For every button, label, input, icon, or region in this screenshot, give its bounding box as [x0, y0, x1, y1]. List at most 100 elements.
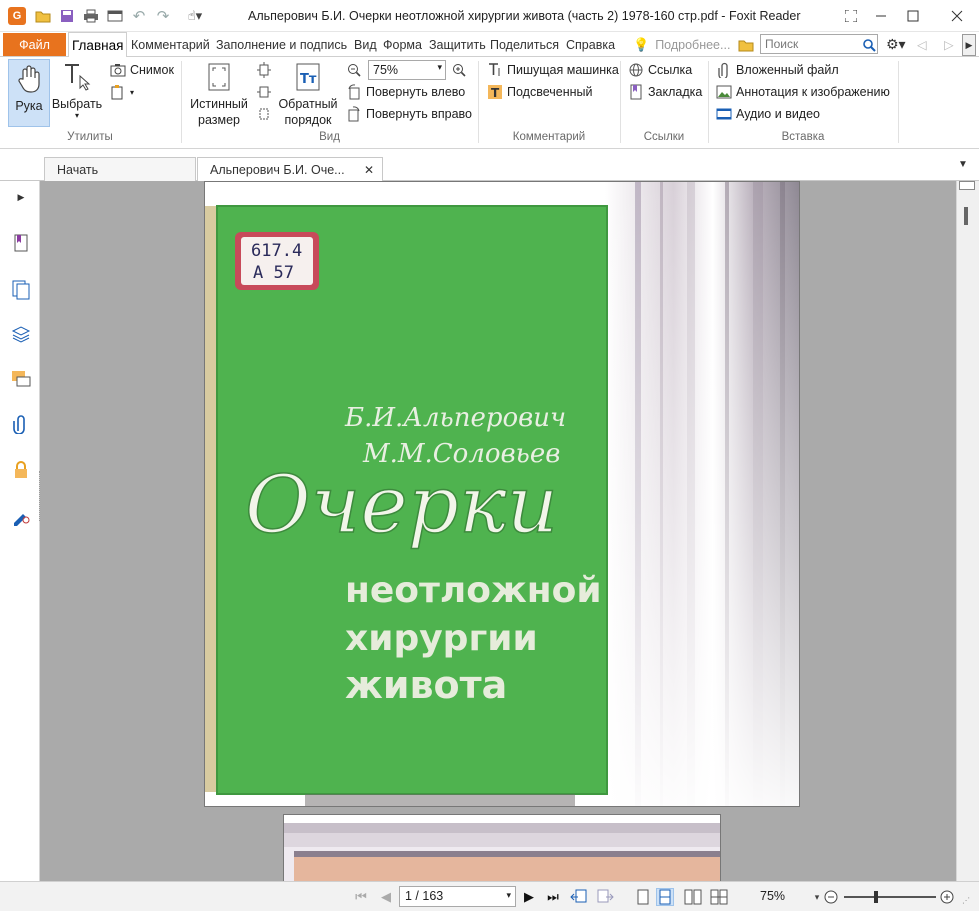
camera-icon: [110, 62, 126, 78]
pages-panel-icon[interactable]: [11, 280, 31, 300]
continuous-view-icon[interactable]: [656, 888, 674, 906]
continuous-facing-view-icon[interactable]: [710, 888, 728, 906]
facing-view-icon[interactable]: [684, 888, 702, 906]
group-separator: [898, 61, 899, 143]
select-tool-button[interactable]: Выбрать ▾: [52, 61, 102, 120]
svg-text:T: T: [491, 86, 500, 100]
clipboard-button[interactable]: ▾: [110, 82, 134, 102]
save-icon[interactable]: [58, 6, 76, 26]
typewriter-button[interactable]: Пишущая машинка: [487, 60, 619, 80]
actual-size-button[interactable]: Истинный размер: [188, 61, 250, 128]
minimize-button[interactable]: [868, 4, 894, 28]
scrollbar-thumb[interactable]: [964, 207, 968, 225]
comments-panel-icon[interactable]: [11, 369, 31, 389]
actual-size-label-1: Истинный: [190, 97, 248, 111]
zoom-out-button[interactable]: [346, 60, 366, 80]
zoom-select[interactable]: 75% ▾: [368, 60, 446, 80]
folder-search-icon[interactable]: [738, 32, 754, 57]
tab-protect[interactable]: Защитить: [429, 32, 486, 57]
last-page-icon[interactable]: ⏭: [544, 888, 562, 906]
layers-panel-icon[interactable]: [11, 324, 31, 344]
fit-width-button[interactable]: [256, 82, 276, 102]
page-number-input[interactable]: 1 / 163 ▾: [399, 886, 516, 907]
scrollbar-top-button[interactable]: [959, 181, 975, 190]
fit-visible-button[interactable]: [256, 104, 276, 124]
zoom-slider-track[interactable]: [844, 896, 936, 898]
settings-icon[interactable]: ⚙▾: [886, 32, 906, 57]
tab-start[interactable]: Начать: [44, 157, 196, 181]
redo-icon[interactable]: ↷: [154, 6, 172, 26]
bookmark-button[interactable]: Закладка: [628, 82, 702, 102]
zoom-level: 75%: [760, 889, 786, 903]
previous-view-icon[interactable]: [570, 888, 588, 906]
hand-tool-button[interactable]: Рука: [8, 59, 50, 127]
document-workspace: 617.4 А 57 Б.И.Альперович М.М.Соловьев О…: [40, 181, 956, 881]
tab-form[interactable]: Форма: [383, 32, 422, 57]
hand-dropdown-icon[interactable]: ☝▾: [180, 6, 210, 26]
select-dropdown-icon: ▾: [74, 111, 79, 120]
bookmark-label: Закладка: [648, 85, 703, 99]
group-label-links: Ссылки: [643, 131, 685, 143]
zoom-out-icon[interactable]: [822, 888, 840, 906]
tell-me[interactable]: 💡 Подробнее...: [633, 32, 730, 57]
audio-video-button[interactable]: Аудио и видео: [716, 104, 820, 124]
ribbon-expand-icon[interactable]: ▶: [962, 34, 976, 56]
cover-author-1: Б.И.Альперович: [344, 403, 566, 433]
fullscreen-icon[interactable]: [838, 4, 864, 28]
zoom-in-icon[interactable]: [938, 888, 956, 906]
tab-file[interactable]: Файл: [3, 33, 66, 56]
previous-page-icon[interactable]: ◀: [377, 888, 395, 906]
signature-panel-icon[interactable]: [11, 506, 31, 526]
search-icon[interactable]: [862, 36, 876, 54]
vertical-scrollbar[interactable]: [956, 181, 979, 881]
attachment-button[interactable]: Вложенный файл: [716, 60, 839, 80]
bookmarks-panel-icon[interactable]: [11, 233, 31, 253]
link-button[interactable]: Ссылка: [628, 60, 692, 80]
print-icon[interactable]: [82, 6, 100, 26]
rotate-right-button[interactable]: Повернуть вправо: [346, 104, 472, 124]
close-button[interactable]: [944, 4, 970, 28]
nav-right-icon[interactable]: ▷: [944, 32, 954, 57]
window-icon[interactable]: [106, 6, 124, 26]
tab-comment[interactable]: Комментарий: [131, 32, 210, 57]
cover-title-line4: живота: [345, 663, 507, 707]
next-page-icon[interactable]: ▶: [520, 888, 538, 906]
highlight-icon: T: [487, 84, 503, 100]
group-label-tools: Утилиты: [67, 131, 113, 143]
app-logo[interactable]: G: [8, 7, 26, 25]
open-folder-icon[interactable]: [34, 6, 52, 26]
select-label: Выбрать: [51, 97, 103, 111]
fit-page-button[interactable]: [256, 60, 276, 80]
attachments-panel-icon[interactable]: [11, 414, 31, 434]
tab-home[interactable]: Главная: [68, 32, 128, 58]
zoom-slider-thumb[interactable]: [874, 891, 878, 903]
undo-icon[interactable]: ↶: [130, 6, 148, 26]
tab-view[interactable]: Вид: [354, 32, 377, 57]
close-tab-icon[interactable]: ✕: [364, 163, 374, 177]
tab-fill-sign[interactable]: Заполнение и подпись: [216, 32, 347, 57]
security-lock-icon[interactable]: [11, 460, 31, 480]
tab-current-document[interactable]: Альперович Б.И. Оче... ✕: [197, 157, 383, 182]
search-input[interactable]: Поиск: [760, 34, 878, 54]
first-page-icon[interactable]: ⏮: [352, 888, 370, 906]
image-annotation-button[interactable]: Аннотация к изображению: [716, 82, 890, 102]
reverse-order-label-2: порядок: [284, 113, 332, 127]
left-navigation-panel: ▶: [0, 181, 40, 881]
tab-share[interactable]: Поделиться: [490, 32, 559, 57]
single-page-view-icon[interactable]: [634, 888, 652, 906]
snapshot-button[interactable]: Снимок: [110, 60, 174, 80]
reverse-order-button[interactable]: Tт Обратный порядок: [277, 61, 339, 128]
maximize-button[interactable]: [900, 4, 926, 28]
paperclip-icon: [716, 62, 732, 78]
resize-grip-icon[interactable]: ⋰: [962, 896, 970, 905]
next-view-icon[interactable]: [596, 888, 614, 906]
nav-left-icon[interactable]: ◁: [917, 32, 927, 57]
zoom-in-button[interactable]: [451, 60, 471, 80]
expand-panel-icon[interactable]: ▶: [11, 187, 31, 207]
rotate-left-button[interactable]: Повернуть влево: [346, 82, 465, 102]
highlight-button[interactable]: T Подсвеченный: [487, 82, 592, 102]
tabs-menu-icon[interactable]: ▼: [958, 159, 968, 170]
tab-help[interactable]: Справка: [566, 32, 615, 57]
tab-start-label: Начать: [57, 162, 99, 177]
highlight-label: Подсвеченный: [507, 85, 593, 99]
